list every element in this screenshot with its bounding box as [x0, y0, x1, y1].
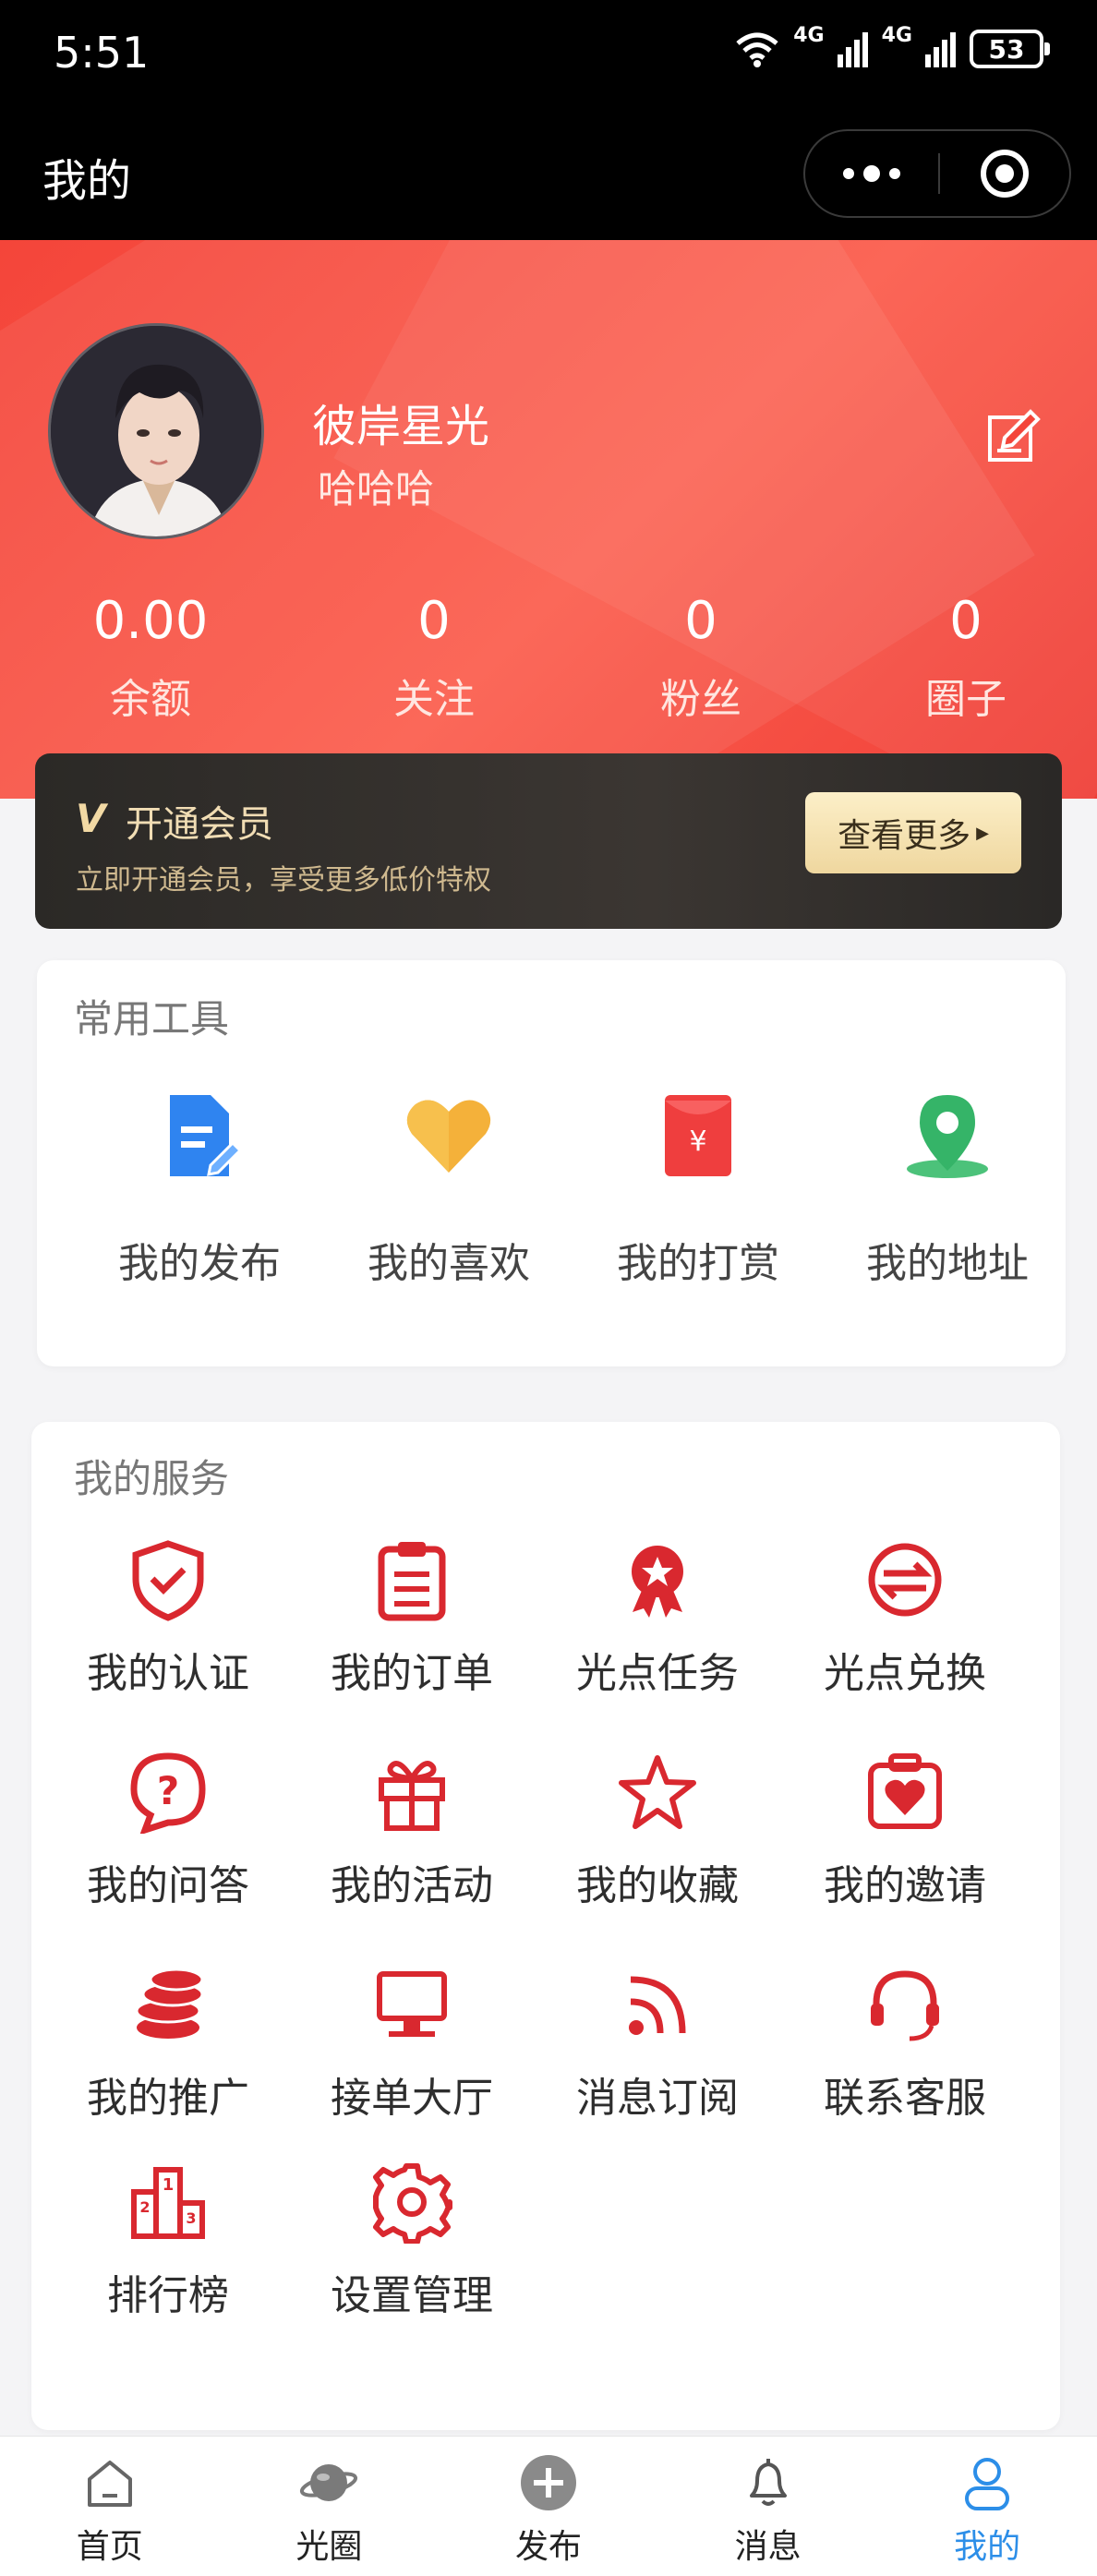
avatar-illustration [51, 326, 261, 536]
service-my-orders[interactable]: 我的订单 [292, 1538, 532, 1699]
rss-icon [629, 1976, 686, 2035]
service-my-invitations[interactable]: 我的邀请 [785, 1751, 1025, 1911]
location-pin-icon [907, 1095, 988, 1178]
my-services-card: 我的服务 我的认证 我的订单 光点任务 光点兑换 ? 我的问答 我的活动 我的收… [31, 1422, 1060, 2430]
edit-profile-icon[interactable] [984, 408, 1042, 465]
avatar[interactable] [48, 323, 264, 539]
vip-banner[interactable]: V 开通会员 立即开通会员，享受更多低价特权 查看更多 ▶ [35, 753, 1062, 929]
service-point-exchange[interactable]: 光点兑换 [785, 1538, 1025, 1699]
clipboard-icon [378, 1542, 446, 1621]
bell-icon [749, 2459, 787, 2506]
service-my-certification[interactable]: 我的认证 [48, 1538, 288, 1699]
invite-heart-icon [868, 1753, 942, 1829]
shield-check-icon [132, 1540, 204, 1621]
signal-icon [837, 32, 868, 67]
service-message-subscription[interactable]: 消息订阅 [537, 1963, 778, 2124]
section-title: 我的服务 [74, 1456, 230, 1501]
status-time: 5:51 [54, 28, 150, 78]
mini-program-capsule [803, 129, 1071, 218]
more-dot-icon [843, 168, 854, 179]
red-envelope-icon: ¥ [665, 1095, 731, 1176]
heart-icon [406, 1100, 491, 1173]
close-target-icon [981, 150, 1029, 198]
network-type-2: 4G [881, 24, 912, 47]
more-dot-icon [889, 168, 900, 179]
common-tools-card: 常用工具 我的发布 我的喜欢 ¥ 我的打赏 我的地址 [37, 960, 1066, 1366]
profile-header: 彼岸星光 哈哈哈 0.00 余额 0 关注 0 粉丝 0 圈子 [0, 240, 1097, 799]
caret-right-icon: ▶ [976, 823, 989, 843]
home-icon [87, 2461, 132, 2507]
close-button[interactable] [940, 150, 1069, 198]
tab-messages[interactable]: 消息 [658, 2437, 878, 2576]
stat-fans[interactable]: 0 粉丝 [590, 591, 812, 725]
gift-icon [379, 1761, 445, 1831]
stat-circles[interactable]: 0 圈子 [855, 591, 1077, 725]
headset-icon [871, 1970, 939, 2041]
service-point-tasks[interactable]: 光点任务 [537, 1538, 778, 1699]
user-signature: 哈哈哈 [318, 466, 435, 512]
svg-text:1: 1 [163, 2175, 175, 2195]
user-name: 彼岸星光 [312, 401, 490, 452]
service-settings[interactable]: 设置管理 [292, 2161, 532, 2321]
status-bar: 5:51 4G 4G 53 [0, 0, 1097, 109]
service-my-favorites[interactable]: 我的收藏 [537, 1751, 778, 1911]
user-icon [965, 2458, 1010, 2510]
star-icon [619, 1755, 696, 1829]
page-title: 我的 [42, 155, 132, 207]
more-button[interactable] [805, 131, 938, 216]
battery-indicator: 53 [970, 30, 1050, 68]
bottom-tab-bar: 首页 光圈 发布 消息 我的 [0, 2436, 1097, 2576]
service-my-qa[interactable]: ? 我的问答 [48, 1751, 288, 1911]
svg-text:¥: ¥ [689, 1125, 706, 1158]
vip-subtitle: 立即开通会员，享受更多低价特权 [76, 864, 491, 897]
stat-balance[interactable]: 0.00 余额 [40, 591, 261, 725]
document-edit-icon [170, 1095, 243, 1176]
nav-bar: 我的 [0, 109, 1097, 240]
section-title: 常用工具 [74, 996, 230, 1041]
svg-text:2: 2 [139, 2198, 150, 2216]
vip-logo-icon: V [76, 796, 106, 841]
wifi-icon [736, 32, 778, 67]
tab-home[interactable]: 首页 [0, 2437, 220, 2576]
question-bubble-icon: ? [130, 1752, 206, 1836]
tool-my-address[interactable]: 我的地址 [827, 1089, 1067, 1289]
planet-icon [300, 2464, 358, 2501]
status-icons: 4G 4G 53 [734, 24, 1050, 68]
plus-circle-icon [520, 2455, 576, 2510]
service-order-hall[interactable]: 接单大厅 [292, 1963, 532, 2124]
tab-aperture[interactable]: 光圈 [220, 2437, 440, 2576]
podium-icon: 1 2 3 [131, 2167, 205, 2239]
network-type-1: 4G [793, 24, 825, 47]
exchange-icon [868, 1543, 942, 1617]
service-my-activities[interactable]: 我的活动 [292, 1751, 532, 1911]
monitor-icon [377, 1971, 447, 2037]
signal-icon-2 [925, 32, 956, 67]
stat-following[interactable]: 0 关注 [323, 591, 545, 725]
view-more-button[interactable]: 查看更多 ▶ [805, 792, 1021, 873]
more-dot-icon [863, 165, 880, 182]
vip-title: 开通会员 [126, 803, 273, 846]
svg-text:?: ? [157, 1768, 179, 1813]
tool-my-likes[interactable]: 我的喜欢 [329, 1089, 569, 1289]
tool-my-posts[interactable]: 我的发布 [79, 1089, 319, 1289]
tab-publish[interactable]: 发布 [439, 2437, 658, 2576]
service-leaderboard[interactable]: 1 2 3 排行榜 [48, 2161, 288, 2321]
service-contact-support[interactable]: 联系客服 [785, 1963, 1025, 2124]
svg-text:3: 3 [186, 2209, 196, 2227]
service-my-promotion[interactable]: 我的推广 [48, 1963, 288, 2124]
gear-icon [373, 2163, 452, 2245]
tool-my-rewards[interactable]: ¥ 我的打赏 [578, 1089, 818, 1289]
tab-mine[interactable]: 我的 [877, 2437, 1097, 2576]
coins-icon [135, 1968, 204, 2039]
award-icon [632, 1546, 683, 1618]
